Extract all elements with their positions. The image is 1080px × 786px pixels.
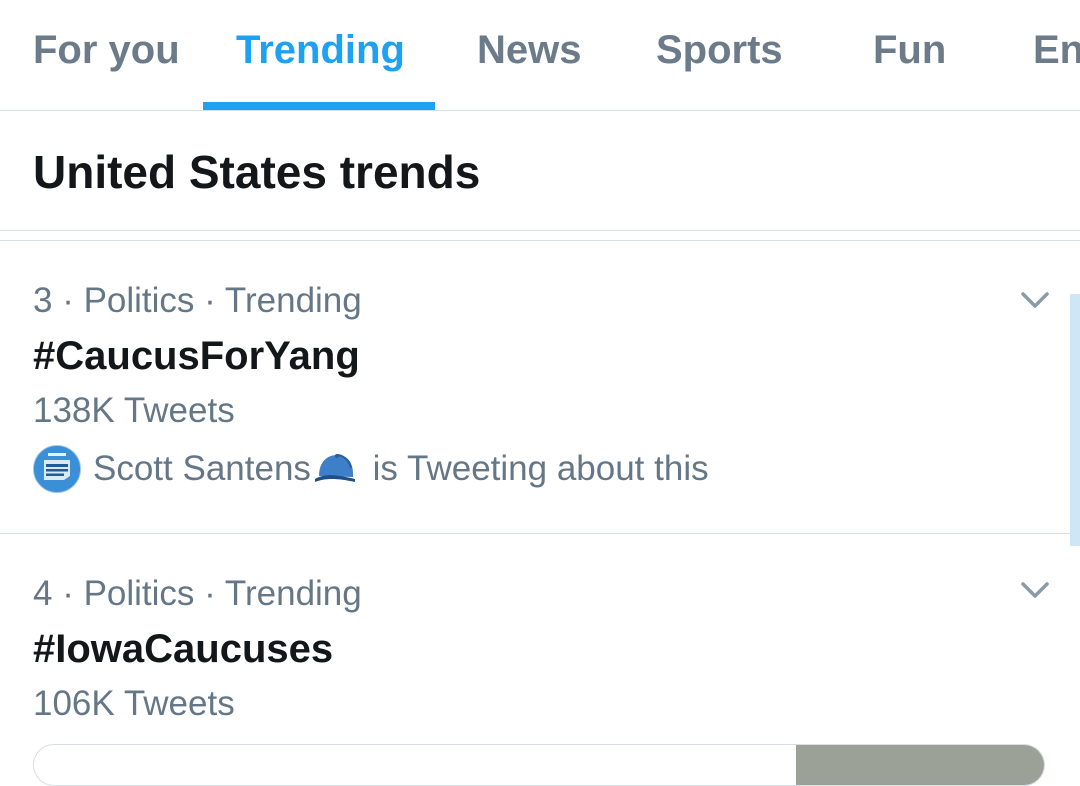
trend-meta: 3 · Politics · Trending: [33, 281, 362, 320]
chevron-down-icon[interactable]: [1020, 579, 1050, 601]
caucus-for-yang-logo: [34, 446, 80, 492]
divider: [0, 230, 1080, 231]
trend-tweet-count: 138K Tweets: [33, 391, 235, 430]
context-suffix: is Tweeting about this: [362, 449, 709, 488]
avatar: [33, 445, 81, 493]
trend-preview-card[interactable]: [33, 744, 1045, 786]
trend-name: #IowaCaucuses: [33, 627, 334, 671]
tab-fun[interactable]: Fun: [873, 0, 946, 110]
cap-emoji-icon: [314, 454, 355, 482]
trend-meta: 4 · Politics · Trending: [33, 574, 362, 613]
tab-entertainment[interactable]: En: [1033, 0, 1080, 110]
active-tab-indicator: [203, 102, 435, 110]
tab-for-you[interactable]: For you: [33, 0, 180, 110]
context-user-name[interactable]: Scott Santens: [93, 449, 311, 489]
tab-trending[interactable]: Trending: [236, 0, 405, 110]
preview-thumbnail: [796, 745, 1044, 785]
tab-news[interactable]: News: [477, 0, 582, 110]
trend-item[interactable]: 4 · Politics · Trending #IowaCaucuses 10…: [0, 534, 1080, 756]
explore-tab-bar: For you Trending News Sports Fun En: [0, 0, 1080, 111]
trend-name: #CaucusForYang: [33, 334, 360, 378]
trend-context: Scott Santens 🧢 is Tweeting about this: [33, 445, 709, 493]
trend-item[interactable]: 3 · Politics · Trending #CaucusForYang 1…: [0, 241, 1080, 533]
scrollbar[interactable]: [1070, 294, 1080, 546]
chevron-down-icon[interactable]: [1020, 289, 1050, 311]
section-title: United States trends: [33, 146, 481, 198]
trend-tweet-count: 106K Tweets: [33, 684, 235, 723]
tab-sports[interactable]: Sports: [656, 0, 783, 110]
trend-context-text: Scott Santens 🧢 is Tweeting about this: [93, 449, 709, 489]
section-header: United States trends: [33, 145, 480, 199]
